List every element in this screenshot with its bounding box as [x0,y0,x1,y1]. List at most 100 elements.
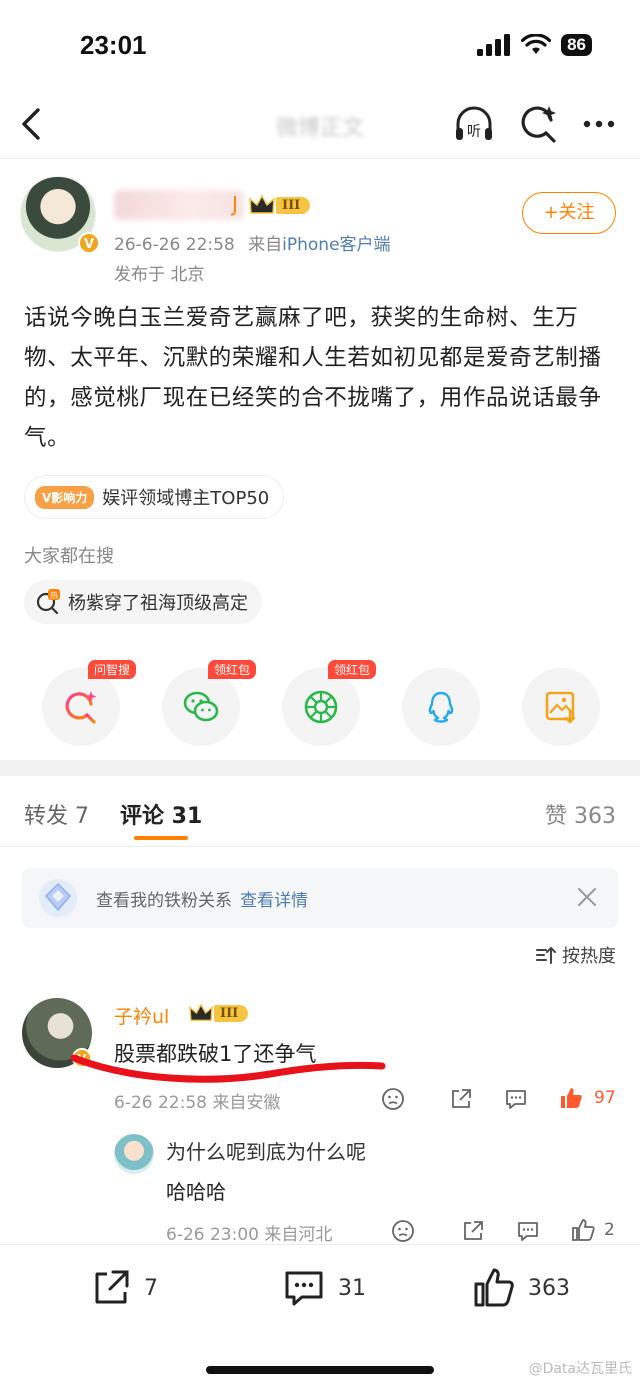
reply-answer-text: 哈哈哈 [166,1180,226,1204]
signal-icon [477,34,511,56]
moments-icon [304,690,338,724]
reply-like-count: 2 [604,1220,615,1240]
reply-icon[interactable] [503,1086,529,1112]
close-icon[interactable] [574,884,600,910]
page-title: 微博正文 [275,116,364,141]
share-icon[interactable] [460,1218,486,1244]
like-count-bottom: 363 [528,1275,570,1301]
comment-meta: 6-26 22:58 来自安徽 [114,1093,281,1113]
comment-item: V 子衿ul III 股票都跌破1了还争气 6-26 22:58 来自安徽 97… [0,990,640,1245]
crown-icon [249,194,275,214]
section-separator [0,760,640,776]
watermark: @Data达瓦里氏 [528,1361,632,1377]
dislike-face-icon[interactable] [380,1086,406,1112]
like-button[interactable]: 363 [472,1267,570,1309]
fan-relation-banner[interactable]: 查看我的铁粉关系 查看详情 [22,868,618,928]
reply-icon[interactable] [515,1218,541,1244]
post-location: 发布于 北京 [114,265,205,285]
fan-banner-link[interactable]: 查看详情 [240,891,308,911]
tab-active-indicator [134,836,188,840]
user-level-badge[interactable]: III [248,192,311,218]
qq-icon [428,691,454,723]
comment-bubble-icon [285,1271,323,1306]
author-name-blurred[interactable] [114,190,244,220]
level-label: III [276,196,311,214]
level-label: III [214,1004,249,1022]
wifi-icon [521,34,552,54]
comment-button[interactable]: 31 [282,1267,366,1309]
tab-repost[interactable]: 转发 7 [24,798,89,830]
share-qq-button[interactable] [402,668,480,746]
listen-headphone-icon[interactable]: 听 [452,102,496,146]
bottom-action-bar: 7 31 363 [0,1244,640,1334]
repost-count: 7 [144,1275,158,1301]
post-time: 26-6-26 22:58 [114,235,235,255]
influence-label: 娱评领域博主TOP50 [102,488,270,509]
like-thumb-icon[interactable] [558,1085,584,1111]
like-count: 97 [594,1088,616,1108]
influence-tag: V影响力 [35,485,95,509]
nav-divider [0,158,640,159]
status-icons: 86 [477,34,592,56]
comment-tabs: 转发 7 评论 31 赞 363 [0,776,640,846]
like-thumb-icon [474,1268,514,1307]
hot-search-chip[interactable]: 热 杨紫穿了祖海顶级高定 [24,580,262,624]
nav-bar: 微博正文 听 [0,96,640,158]
battery-indicator: 86 [561,34,592,56]
save-image-icon [545,691,576,724]
share-tag: 领红包 [208,660,257,679]
sort-icon [536,946,556,964]
share-save-image-button[interactable] [522,668,600,746]
search-ai-icon[interactable] [516,102,560,146]
search-hint-label: 大家都在搜 [24,546,114,567]
share-moments-button[interactable]: 领红包 [282,660,377,746]
diamond-fan-icon [39,879,77,917]
influence-chip[interactable]: V影响力 娱评领域博主TOP50 [24,475,285,519]
status-time: 23:01 [80,30,147,60]
crown-icon [189,1003,213,1022]
status-bar: 23:01 86 [0,0,640,96]
svg-text:听: 听 [467,124,481,140]
sort-button[interactable]: 按热度 [534,942,616,968]
repost-button[interactable]: 7 [90,1267,158,1309]
post-source[interactable]: iPhone客户端 [282,235,390,255]
post-meta: 26-6-26 22:58 来自iPhone客户端 [114,230,391,255]
reply-meta: 6-26 23:00 来自河北 [166,1225,333,1245]
follow-button[interactable]: +关注 [522,192,616,234]
commenter-name[interactable]: 子衿ul [114,1002,169,1029]
share-row: 问智搜 领红包 领红包 [0,660,640,750]
wechat-icon [183,691,219,722]
comment-count: 31 [338,1275,366,1301]
hot-search-icon: 热 [36,589,60,615]
reply-avatar[interactable] [114,1134,154,1174]
dislike-face-icon[interactable] [390,1218,416,1244]
more-options-icon[interactable] [578,102,622,146]
hot-search-topic: 杨紫穿了祖海顶级高定 [68,593,248,614]
home-indicator[interactable] [206,1366,434,1374]
share-icon[interactable] [448,1086,474,1112]
author-name[interactable]: J [232,192,238,216]
tab-likes[interactable]: 赞 363 [545,798,616,830]
reply-text: 为什么呢到底为什么呢 [166,1140,366,1164]
fan-banner-text: 查看我的铁粉关系 查看详情 [96,886,308,911]
like-thumb-icon[interactable] [570,1217,596,1243]
tab-comment[interactable]: 评论 31 [120,798,202,830]
share-tag: 领红包 [328,660,377,679]
back-arrow-icon[interactable] [14,104,50,144]
share-wechat-button[interactable]: 领红包 [162,660,257,746]
author-avatar[interactable]: V [20,176,100,256]
tabs-divider [0,846,640,847]
user-level-badge[interactable]: III [188,1002,249,1024]
verified-v-badge: V [78,232,100,254]
source-prefix: 来自 [248,235,283,255]
search-ai-icon [65,691,97,724]
sort-label: 按热度 [562,946,616,967]
fan-banner-label: 查看我的铁粉关系 [96,891,232,911]
hot-tag: 热 [50,590,58,600]
share-wenzhisou-button[interactable]: 问智搜 [42,660,137,746]
author-header: V J III 26-6-26 22:58 来自iPhone客户端 发布于 北京… [0,168,640,285]
red-annotation-stroke [70,1054,386,1083]
share-tag: 问智搜 [88,660,137,679]
post-body: 话说今晚白玉兰爱奇艺赢麻了吧，获奖的生命树、生万物、太平年、沉默的荣耀和人生若如… [24,305,602,451]
repost-icon [95,1270,129,1304]
